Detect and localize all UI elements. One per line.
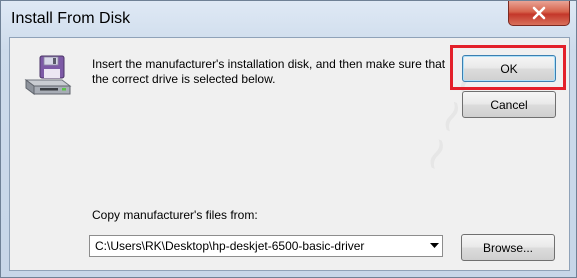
chevron-down-icon[interactable] <box>426 236 442 256</box>
path-value[interactable]: C:\Users\RK\Desktop\hp-deskjet-6500-basi… <box>90 239 426 253</box>
close-icon <box>531 6 547 20</box>
ok-button[interactable]: OK <box>462 55 556 82</box>
copy-files-label: Copy manufacturer's files from: <box>92 208 258 222</box>
close-button[interactable] <box>508 1 570 26</box>
path-combobox[interactable]: C:\Users\RK\Desktop\hp-deskjet-6500-basi… <box>89 235 443 257</box>
instruction-message: Insert the manufacturer's installation d… <box>92 57 446 86</box>
dialog-body: ~~~ Insert the manufacturer's installati… <box>9 37 570 271</box>
window-title: Install From Disk <box>11 10 131 27</box>
title-bar[interactable]: Install From Disk <box>1 1 576 37</box>
cancel-button[interactable]: Cancel <box>462 91 556 118</box>
disk-drive-icon <box>22 54 74 98</box>
install-from-disk-window: Install From Disk ~~~ Insert the manufac… <box>0 0 577 278</box>
browse-button[interactable]: Browse... <box>461 234 555 261</box>
